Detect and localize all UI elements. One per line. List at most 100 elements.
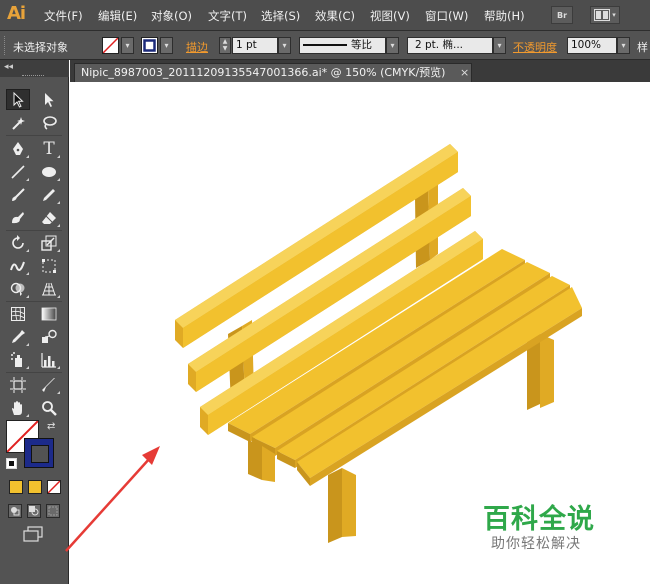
profile-dropdown[interactable]: ▾ xyxy=(386,37,399,54)
bridge-button[interactable]: Br xyxy=(551,6,573,24)
direct-selection-tool[interactable] xyxy=(37,89,61,110)
menu-effect[interactable]: 效果(C) xyxy=(315,8,355,24)
panel-grip[interactable] xyxy=(22,75,44,78)
menu-object[interactable]: 对象(O) xyxy=(151,8,192,24)
selection-tool[interactable] xyxy=(6,89,30,110)
opacity-dropdown[interactable]: ▾ xyxy=(617,37,630,54)
warp-icon xyxy=(10,261,25,271)
fill-dropdown[interactable]: ▾ xyxy=(121,37,134,54)
draw-inside-icon xyxy=(48,506,58,516)
draw-behind-button[interactable] xyxy=(27,504,41,518)
brush-dropdown[interactable]: ▾ xyxy=(493,37,506,54)
brush-definition[interactable]: 2 pt. 椭... xyxy=(407,37,493,54)
type-tool[interactable]: T xyxy=(37,138,61,159)
artboard-canvas[interactable]: 百科全说 助你轻松解决 xyxy=(70,82,650,584)
slice-tool[interactable] xyxy=(37,374,61,395)
default-colors-icon[interactable] xyxy=(6,458,17,469)
collapse-icon[interactable]: ◂◂ xyxy=(4,62,13,72)
pencil-icon xyxy=(43,188,55,201)
mesh-icon xyxy=(11,306,25,321)
arrange-documents-icon xyxy=(594,9,611,21)
hand-icon xyxy=(12,400,22,415)
document-tab-strip: Nipic_8987003_20111209135547001366.ai* @… xyxy=(70,60,650,82)
rotate-icon xyxy=(12,234,24,249)
screen-mode-button[interactable] xyxy=(22,526,44,542)
rotate-tool[interactable] xyxy=(6,232,30,253)
blend-tool[interactable] xyxy=(37,326,61,347)
menu-select[interactable]: 选择(S) xyxy=(261,8,300,24)
stroke-weight-field[interactable]: 1 pt xyxy=(232,37,278,54)
screen-mode-icon xyxy=(23,526,43,542)
stroke-color-box[interactable] xyxy=(24,438,54,468)
direct-selection-icon xyxy=(45,92,54,107)
eraser-icon xyxy=(42,211,56,224)
close-tab-icon[interactable]: × xyxy=(460,64,469,81)
eyedropper-tool[interactable] xyxy=(6,326,30,347)
pen-nib-icon xyxy=(13,141,23,155)
variable-width-profile[interactable]: 等比 xyxy=(299,37,386,54)
fill-swatch[interactable] xyxy=(102,37,119,54)
stroke-label[interactable]: 描边 xyxy=(186,39,208,55)
lasso-tool[interactable] xyxy=(37,112,61,133)
pen-tool[interactable] xyxy=(6,138,30,159)
blob-brush-tool[interactable] xyxy=(6,207,30,228)
zoom-tool[interactable] xyxy=(37,397,61,418)
free-transform-tool[interactable] xyxy=(37,255,61,276)
line-segment-icon xyxy=(11,164,25,179)
bridge-label: Br xyxy=(556,10,568,20)
color-mode-button[interactable] xyxy=(9,480,23,494)
watermark-title: 百科全说 xyxy=(483,504,595,535)
blob-brush-icon xyxy=(12,211,24,223)
draw-behind-icon xyxy=(29,506,39,516)
none-fill-icon xyxy=(102,37,119,54)
zoom-magnifier-icon xyxy=(42,400,57,416)
symbol-sprayer-tool[interactable] xyxy=(6,349,30,370)
stroke-swatch[interactable] xyxy=(141,37,158,54)
menu-bar: Ai 文件(F) 编辑(E) 对象(O) 文字(T) 选择(S) 效果(C) 视… xyxy=(0,0,650,31)
stroke-dropdown[interactable]: ▾ xyxy=(160,37,173,54)
gradient-tool[interactable] xyxy=(37,303,61,324)
watermark-subtitle: 助你轻松解决 xyxy=(491,536,581,552)
shape-builder-tool[interactable] xyxy=(6,278,30,299)
menu-edit[interactable]: 编辑(E) xyxy=(98,8,137,24)
draw-inside-button[interactable] xyxy=(46,504,60,518)
stroke-weight-stepper[interactable]: ▲ ▼ xyxy=(219,37,231,54)
artboard-tool[interactable] xyxy=(6,374,30,395)
hand-tool[interactable] xyxy=(6,397,30,418)
document-tab[interactable]: Nipic_8987003_20111209135547001366.ai* @… xyxy=(74,63,472,82)
style-label[interactable]: 样 xyxy=(637,39,648,55)
scale-tool[interactable] xyxy=(37,232,61,253)
draw-normal-button[interactable] xyxy=(8,504,22,518)
type-t-icon: T xyxy=(43,138,55,159)
swap-fill-stroke-icon[interactable]: ⇄ xyxy=(47,421,55,432)
menu-file[interactable]: 文件(F) xyxy=(44,8,83,24)
back-right-leg-front xyxy=(540,334,554,408)
line-tool[interactable] xyxy=(6,161,30,182)
opacity-field[interactable]: 100% xyxy=(567,37,617,54)
stroke-weight-dropdown[interactable]: ▾ xyxy=(278,37,291,54)
menu-window[interactable]: 窗口(W) xyxy=(425,8,468,24)
menu-help[interactable]: 帮助(H) xyxy=(484,8,525,24)
perspective-grid-tool[interactable] xyxy=(37,278,61,299)
document-tab-title: Nipic_8987003_20111209135547001366.ai* @… xyxy=(81,66,446,79)
opacity-label[interactable]: 不透明度 xyxy=(513,39,557,55)
none-mode-button[interactable] xyxy=(47,480,61,494)
magic-wand-tool[interactable] xyxy=(6,112,30,133)
app-logo: Ai xyxy=(7,3,26,24)
draw-normal-icon xyxy=(11,507,20,516)
pencil-tool[interactable] xyxy=(37,184,61,205)
arrange-documents-button[interactable]: ▾ xyxy=(590,6,620,24)
column-graph-tool[interactable] xyxy=(37,349,61,370)
ellipse-tool[interactable] xyxy=(37,161,61,182)
eraser-tool[interactable] xyxy=(37,207,61,228)
perspective-grid-icon xyxy=(42,282,56,295)
control-grip[interactable] xyxy=(4,36,8,55)
mesh-tool[interactable] xyxy=(6,303,30,324)
selection-status: 未选择对象 xyxy=(13,41,68,54)
menu-type[interactable]: 文字(T) xyxy=(208,8,247,24)
menu-view[interactable]: 视图(V) xyxy=(370,8,410,24)
paintbrush-tool[interactable] xyxy=(6,184,30,205)
warp-tool[interactable] xyxy=(6,255,30,276)
eyedropper-icon xyxy=(12,329,25,343)
gradient-mode-button[interactable] xyxy=(28,480,42,494)
